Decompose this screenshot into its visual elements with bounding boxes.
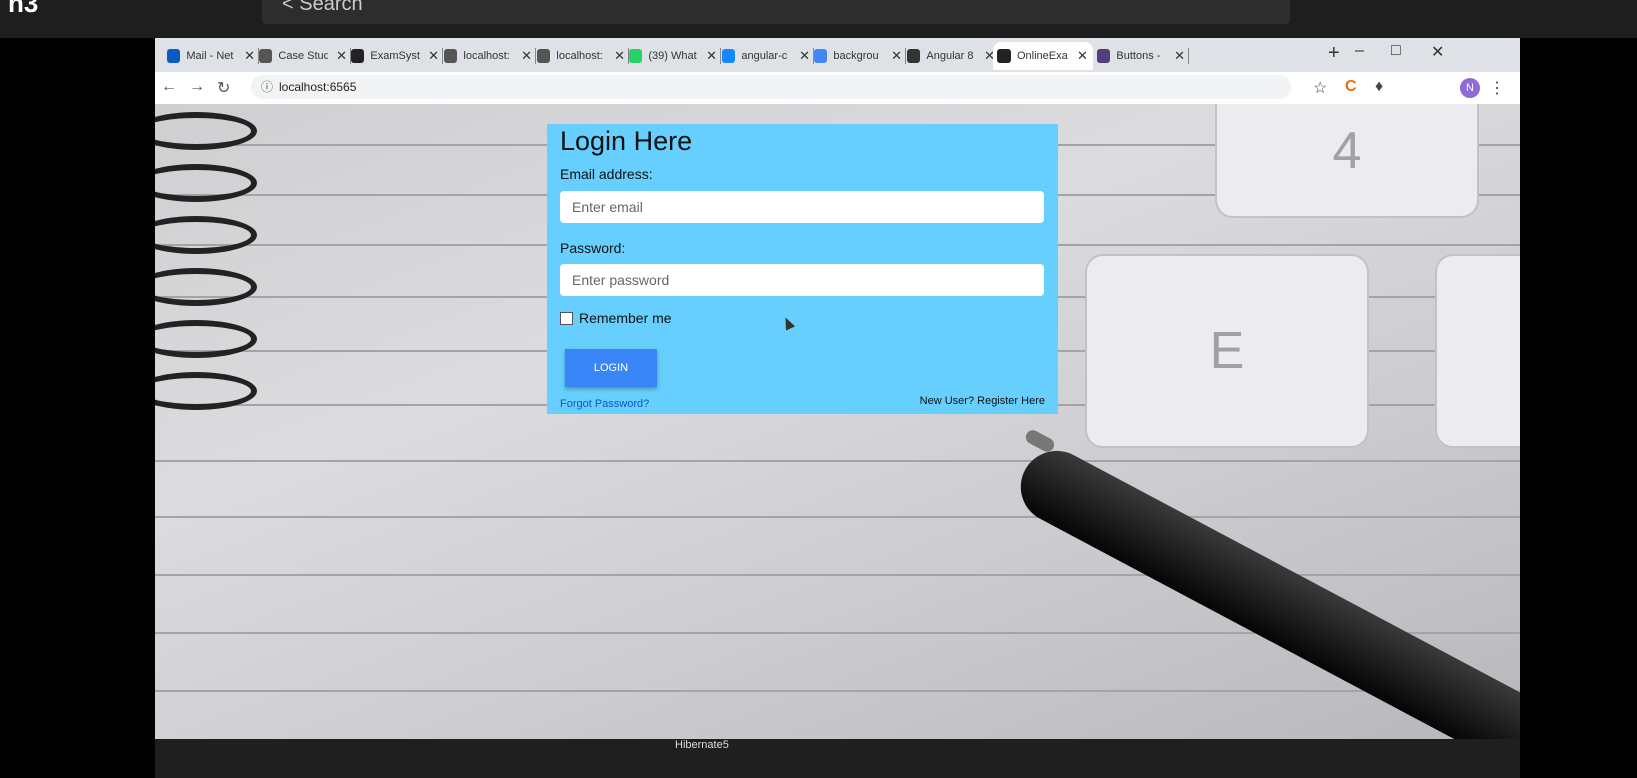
outer-app-logo: n3 [8, 0, 39, 18]
browser-tab[interactable]: localhost: ✕ [440, 42, 536, 70]
google-icon [814, 49, 828, 63]
tab-title: localhost: [463, 50, 510, 62]
taskbar-item[interactable]: Hibernate5 [675, 739, 729, 751]
tab-title: backgrou [833, 50, 879, 62]
email-field[interactable] [560, 191, 1044, 223]
page-viewport: 4 E Login Here Email address: Password: … [155, 104, 1520, 773]
back-arrow-icon[interactable]: ← [161, 78, 177, 96]
browser-tab[interactable]: Angular 8 ✕ [903, 42, 999, 70]
browser-tab[interactable]: Case Studi ✕ [255, 42, 351, 70]
close-tab-icon[interactable]: ✕ [336, 48, 347, 64]
angular-icon [351, 49, 365, 63]
globe-icon [259, 49, 273, 63]
close-tab-icon[interactable]: ✕ [428, 48, 439, 64]
close-window-button[interactable]: ✕ [1431, 42, 1444, 62]
login-button[interactable]: LOGIN [565, 349, 657, 387]
tab-title: (39) What [648, 50, 697, 62]
browser-tab[interactable]: ExamSyste ✕ [347, 42, 443, 70]
tab-title: Buttons - [1116, 50, 1161, 62]
minimize-button[interactable]: – [1355, 42, 1364, 60]
remember-me-row[interactable]: Remember me [560, 310, 672, 326]
remember-me-label: Remember me [579, 310, 672, 326]
outer-search-bar[interactable]: < Search [262, 0, 1290, 24]
register-link[interactable]: New User? Register Here [920, 395, 1045, 407]
tab-title: localhost: [556, 50, 603, 62]
password-field[interactable] [560, 264, 1044, 296]
close-tab-icon[interactable]: ✕ [1077, 48, 1088, 64]
tab-strip: + – □ ✕ Mail - Net ✕ Case Studi ✕ ExamSyste ✕… [155, 38, 1520, 72]
forward-arrow-icon[interactable]: → [189, 78, 205, 96]
outlook-icon [167, 49, 181, 63]
left-letterbox [0, 38, 155, 778]
globe-icon [537, 49, 551, 63]
browser-tab[interactable]: angular-c ✕ [718, 42, 814, 70]
close-tab-icon[interactable]: ✕ [706, 48, 717, 64]
menu-kebab-icon[interactable]: ⋮ [1489, 78, 1505, 98]
forgot-password-link[interactable]: Forgot Password? [560, 398, 649, 410]
angular-icon [997, 49, 1011, 63]
close-tab-icon[interactable]: ✕ [614, 48, 625, 64]
close-tab-icon[interactable]: ✕ [244, 48, 255, 64]
extension-c-icon[interactable]: C [1345, 78, 1357, 96]
close-tab-icon[interactable]: ✕ [521, 48, 532, 64]
maximize-button[interactable]: □ [1391, 42, 1401, 60]
address-bar[interactable]: ⓘ localhost:6565 [251, 75, 1291, 99]
reload-icon[interactable]: ↻ [217, 78, 230, 98]
browser-tab[interactable]: OnlineExa ✕ [993, 42, 1093, 70]
password-label: Password: [560, 240, 626, 256]
tab-title: Mail - Net [186, 50, 234, 62]
browser-tab[interactable]: localhost: ✕ [533, 42, 629, 70]
browser-tab[interactable]: backgrou ✕ [810, 42, 906, 70]
email-label: Email address: [560, 166, 653, 182]
tab-title: Case Studi [278, 50, 329, 62]
browser-toolbar: ← → ↻ ⓘ localhost:6565 ☆ C ♦ N ⋮ [155, 72, 1520, 105]
address-url: localhost:6565 [279, 80, 357, 94]
outer-search-text: < Search [282, 0, 363, 15]
globe-icon [444, 49, 458, 63]
extensions-puzzle-icon[interactable]: ♦ [1375, 78, 1383, 96]
os-taskbar: Hibernate5 [155, 739, 1520, 778]
outer-app-bar: n3 < Search [0, 0, 1637, 38]
tab-title: OnlineExa [1017, 50, 1068, 62]
close-tab-icon[interactable]: ✕ [799, 48, 810, 64]
bookmark-star-icon[interactable]: ☆ [1313, 78, 1327, 98]
tab-title: Angular 8 [926, 50, 974, 62]
right-letterbox [1520, 38, 1637, 778]
tab-title: ExamSyste [370, 50, 420, 62]
browser-tab[interactable]: Mail - Net ✕ [163, 42, 259, 70]
browser-tab[interactable]: Buttons - ✕ [1093, 42, 1189, 70]
login-title: Login Here [560, 126, 693, 156]
browser-tab[interactable]: (39) What ✕ [625, 42, 721, 70]
login-card: Login Here Email address: Password: Reme… [547, 124, 1058, 414]
site-info-icon[interactable]: ⓘ [261, 75, 273, 99]
tab-title: angular-c [741, 50, 788, 62]
remember-me-checkbox[interactable] [560, 311, 573, 325]
whatsapp-icon [629, 49, 643, 63]
new-tab-button[interactable]: + [1328, 42, 1340, 65]
profile-avatar[interactable]: N [1460, 78, 1480, 98]
close-tab-icon[interactable]: ✕ [1174, 48, 1185, 64]
angular-book-icon [907, 49, 921, 63]
bootstrap-icon [1097, 49, 1111, 63]
browser-window: + – □ ✕ Mail - Net ✕ Case Studi ✕ ExamSyste ✕… [155, 38, 1520, 773]
stackblitz-icon [722, 49, 736, 63]
close-tab-icon[interactable]: ✕ [891, 48, 902, 64]
